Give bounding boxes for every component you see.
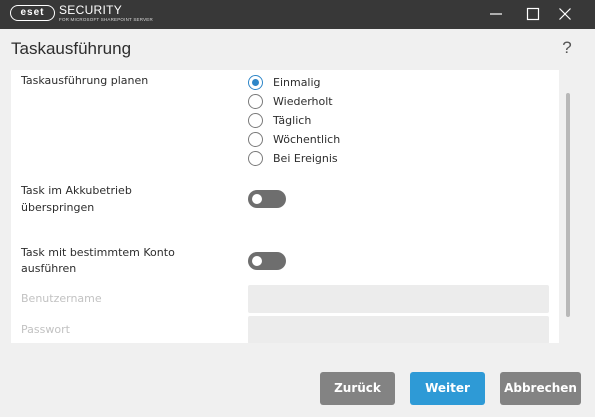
back-button[interactable]: Zurück [320, 372, 395, 405]
help-icon[interactable]: ? [560, 38, 574, 58]
next-button[interactable]: Weiter [410, 372, 485, 405]
radio-button[interactable] [248, 94, 263, 109]
run-as-account-toggle[interactable] [248, 252, 286, 270]
run-as-account-label-line1: Task mit bestimmtem Konto [21, 246, 175, 259]
battery-skip-label-line1: Task im Akkubetrieb [21, 184, 132, 197]
product-title: SECURITY [59, 3, 123, 17]
radio-button-checked[interactable] [248, 75, 263, 90]
radio-button[interactable] [248, 151, 263, 166]
radio-button[interactable] [248, 113, 263, 128]
username-label: Benutzername [21, 292, 102, 305]
scrollbar[interactable] [566, 93, 570, 317]
window-titlebar: eset SECURITY FOR MICROSOFT SHAREPOINT S… [0, 0, 595, 29]
radio-label: Täglich [273, 114, 312, 127]
page-title: Taskausführung [11, 39, 132, 58]
battery-skip-label-line2: überspringen [21, 201, 95, 214]
password-input[interactable] [248, 316, 549, 343]
radio-button[interactable] [248, 132, 263, 147]
radio-label: Einmalig [273, 76, 321, 89]
run-as-account-label-line2: ausführen [21, 262, 77, 275]
product-subtitle: FOR MICROSOFT SHAREPOINT SERVER [59, 17, 153, 22]
radio-label: Wiederholt [273, 95, 333, 108]
settings-panel: Taskausführung planen Einmalig Wiederhol… [11, 70, 559, 343]
battery-skip-toggle[interactable] [248, 190, 286, 208]
minimize-icon[interactable] [487, 5, 505, 23]
radio-label: Wöchentlich [273, 133, 341, 146]
close-icon[interactable] [556, 5, 574, 23]
password-label: Passwort [21, 323, 70, 336]
maximize-icon[interactable] [524, 5, 542, 23]
username-input[interactable] [248, 285, 549, 313]
cancel-button[interactable]: Abbrechen [500, 372, 581, 405]
toggle-knob [252, 256, 262, 266]
radio-label: Bei Ereignis [273, 152, 338, 165]
toggle-knob [252, 194, 262, 204]
schedule-label: Taskausführung planen [21, 74, 149, 87]
eset-logo: eset [10, 5, 55, 21]
